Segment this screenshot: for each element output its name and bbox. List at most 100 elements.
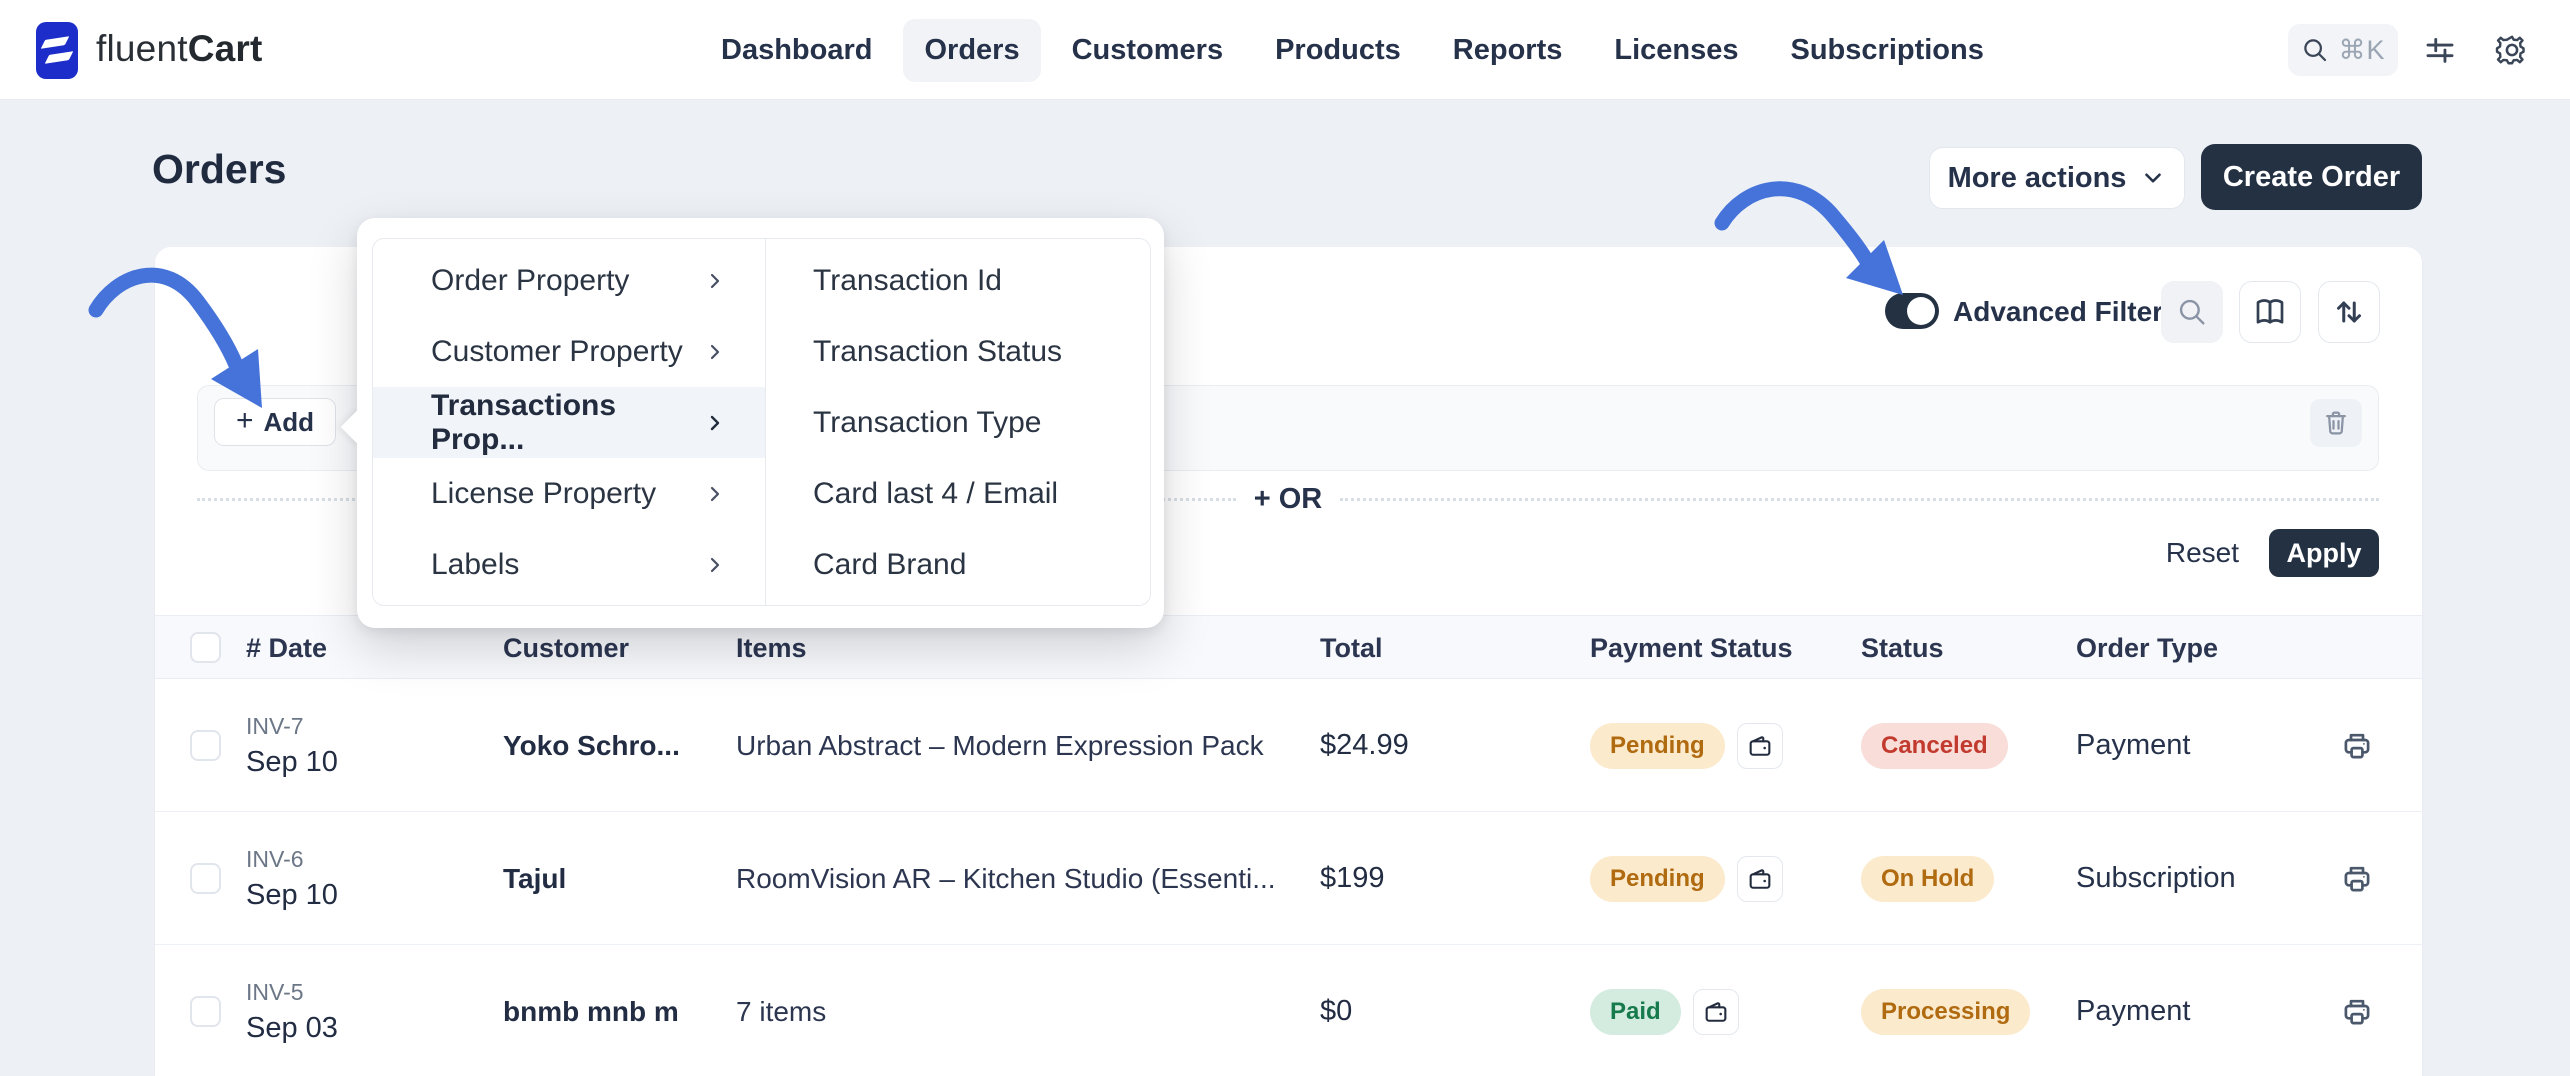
submenu-item-transaction-status[interactable]: Transaction Status bbox=[767, 316, 1150, 387]
submenu-item-card-brand[interactable]: Card Brand bbox=[767, 529, 1150, 600]
printer-icon bbox=[2339, 994, 2375, 1030]
display-settings-button[interactable] bbox=[2414, 24, 2466, 76]
reset-button[interactable]: Reset bbox=[2166, 537, 2239, 569]
row-checkbox[interactable] bbox=[190, 996, 221, 1027]
submenu-item-transaction-type[interactable]: Transaction Type bbox=[767, 387, 1150, 458]
payment-status-badge: Pending bbox=[1590, 723, 1725, 769]
column-header-status[interactable]: Status bbox=[1861, 616, 1944, 680]
table-row[interactable]: INV-5Sep 03 bnmb mnb m 7 items $0 Paid P… bbox=[155, 945, 2422, 1076]
fluentcart-logo-text: fluentCart bbox=[96, 28, 263, 70]
row-checkbox[interactable] bbox=[190, 863, 221, 894]
sort-button[interactable] bbox=[2318, 281, 2380, 343]
nav-item-reports[interactable]: Reports bbox=[1432, 19, 1584, 82]
advanced-filter-label: Advanced Filter bbox=[1953, 296, 2163, 328]
order-items: 7 items bbox=[736, 945, 826, 1076]
column-header-order-type[interactable]: Order Type bbox=[2076, 616, 2218, 680]
docs-button[interactable] bbox=[2239, 281, 2301, 343]
customer-name[interactable]: Tajul bbox=[503, 812, 566, 945]
menu-item-transactions-property[interactable]: Transactions Prop... bbox=[373, 387, 765, 458]
order-status-badge: Processing bbox=[1861, 989, 2030, 1035]
add-filter-button[interactable]: + Add bbox=[214, 398, 336, 446]
printer-icon bbox=[2339, 861, 2375, 897]
order-status-badge: On Hold bbox=[1861, 856, 1994, 902]
sliders-icon bbox=[2423, 33, 2457, 67]
wallet-icon bbox=[1746, 865, 1774, 893]
order-type: Subscription bbox=[2076, 812, 2236, 945]
create-order-button[interactable]: Create Order bbox=[2201, 144, 2422, 210]
chevron-right-icon bbox=[703, 411, 727, 435]
order-date: Sep 10 bbox=[246, 746, 338, 779]
table-row[interactable]: INV-7Sep 10 Yoko Schro... Urban Abstract… bbox=[155, 679, 2422, 812]
payment-status-badge: Paid bbox=[1590, 989, 1681, 1035]
order-type: Payment bbox=[2076, 679, 2190, 812]
search-icon bbox=[2300, 35, 2330, 65]
payment-details-button[interactable] bbox=[1737, 723, 1783, 769]
customer-name[interactable]: Yoko Schro... bbox=[503, 679, 680, 812]
add-or-group-button[interactable]: + OR bbox=[1254, 483, 1323, 516]
global-search-button[interactable]: ⌘K bbox=[2288, 24, 2398, 76]
more-actions-button[interactable]: More actions bbox=[1929, 147, 2185, 209]
advanced-filter-toggle[interactable] bbox=[1885, 293, 1939, 329]
transactions-submenu: Transaction Id Transaction Status Transa… bbox=[767, 239, 1150, 605]
nav-item-subscriptions[interactable]: Subscriptions bbox=[1770, 19, 2005, 82]
printer-icon bbox=[2339, 728, 2375, 764]
trash-icon bbox=[2321, 408, 2351, 438]
wallet-icon bbox=[1746, 732, 1774, 760]
menu-item-customer-property[interactable]: Customer Property bbox=[373, 316, 765, 387]
order-date: Sep 03 bbox=[246, 1012, 338, 1045]
row-checkbox[interactable] bbox=[190, 730, 221, 761]
fluentcart-logo-icon[interactable] bbox=[36, 22, 78, 79]
chevron-down-icon bbox=[2140, 165, 2166, 191]
filter-property-menu: Order Property Customer Property Transac… bbox=[357, 218, 1164, 628]
search-icon bbox=[2175, 295, 2209, 329]
payment-details-button[interactable] bbox=[1693, 989, 1739, 1035]
plus-icon: + bbox=[236, 404, 254, 438]
sort-arrows-icon bbox=[2331, 294, 2367, 330]
orders-page: fluentCart Dashboard Orders Customers Pr… bbox=[0, 0, 2570, 1076]
print-button[interactable] bbox=[2333, 812, 2381, 945]
invoice-number: INV-7 bbox=[246, 713, 338, 740]
payment-details-button[interactable] bbox=[1737, 856, 1783, 902]
select-all-checkbox[interactable] bbox=[190, 632, 221, 663]
column-header-total[interactable]: Total bbox=[1320, 616, 1383, 680]
top-bar: fluentCart Dashboard Orders Customers Pr… bbox=[0, 0, 2570, 100]
table-row[interactable]: INV-6Sep 10 Tajul RoomVision AR – Kitche… bbox=[155, 812, 2422, 945]
search-orders-button[interactable] bbox=[2161, 281, 2223, 343]
wallet-icon bbox=[1702, 998, 1730, 1026]
menu-item-license-property[interactable]: License Property bbox=[373, 458, 765, 529]
nav-item-customers[interactable]: Customers bbox=[1051, 19, 1245, 82]
nav-item-orders[interactable]: Orders bbox=[903, 19, 1040, 82]
chevron-right-icon bbox=[703, 482, 727, 506]
order-date: Sep 10 bbox=[246, 879, 338, 912]
apply-button[interactable]: Apply bbox=[2269, 529, 2379, 577]
order-status-badge: Canceled bbox=[1861, 723, 2008, 769]
print-button[interactable] bbox=[2333, 679, 2381, 812]
menu-item-order-property[interactable]: Order Property bbox=[373, 245, 765, 316]
submenu-item-card-last4-email[interactable]: Card last 4 / Email bbox=[767, 458, 1150, 529]
payment-status-badge: Pending bbox=[1590, 856, 1725, 902]
menu-item-labels[interactable]: Labels bbox=[373, 529, 765, 600]
nav-item-licenses[interactable]: Licenses bbox=[1593, 19, 1759, 82]
delete-filter-button[interactable] bbox=[2310, 399, 2362, 447]
invoice-number: INV-5 bbox=[246, 979, 338, 1006]
settings-button[interactable] bbox=[2486, 24, 2538, 76]
invoice-number: INV-6 bbox=[246, 846, 338, 873]
filter-property-groups: Order Property Customer Property Transac… bbox=[373, 239, 766, 605]
order-type: Payment bbox=[2076, 945, 2190, 1076]
nav-item-products[interactable]: Products bbox=[1254, 19, 1422, 82]
submenu-item-transaction-id[interactable]: Transaction Id bbox=[767, 245, 1150, 316]
customer-name[interactable]: bnmb mnb m bbox=[503, 945, 679, 1076]
main-nav: Dashboard Orders Customers Products Repo… bbox=[700, 0, 2005, 100]
page-title: Orders bbox=[152, 146, 286, 193]
open-book-icon bbox=[2252, 294, 2288, 330]
gear-icon bbox=[2494, 32, 2530, 68]
order-total: $199 bbox=[1320, 812, 1385, 945]
order-total: $24.99 bbox=[1320, 679, 1409, 812]
search-shortcut-label: ⌘K bbox=[2338, 35, 2385, 66]
column-header-payment-status[interactable]: Payment Status bbox=[1590, 616, 1793, 680]
print-button[interactable] bbox=[2333, 945, 2381, 1076]
nav-item-dashboard[interactable]: Dashboard bbox=[700, 19, 893, 82]
column-header-date[interactable]: # Date bbox=[246, 616, 327, 680]
chevron-right-icon bbox=[703, 553, 727, 577]
chevron-right-icon bbox=[703, 340, 727, 364]
